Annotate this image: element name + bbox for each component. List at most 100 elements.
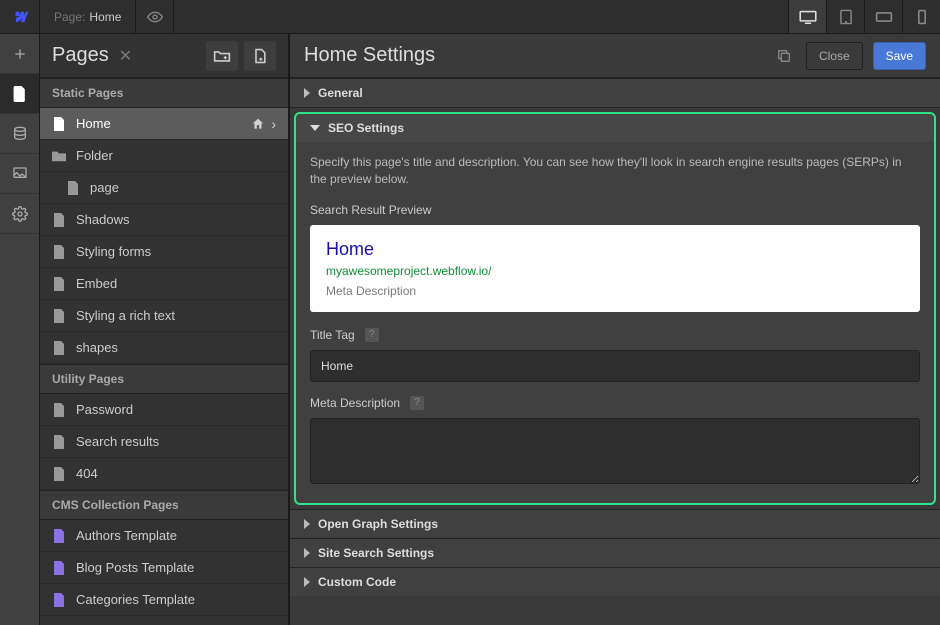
static-pages-list: Home › Folder page Shadows: [40, 108, 288, 364]
webflow-logo-icon[interactable]: [0, 0, 40, 33]
page-icon: [52, 244, 66, 260]
triangle-right-icon: [304, 548, 310, 558]
page-icon: [52, 276, 66, 292]
triangle-right-icon: [304, 519, 310, 529]
page-item-label: shapes: [76, 340, 118, 355]
device-tablet-button[interactable]: [826, 0, 864, 33]
page-item-page[interactable]: page: [40, 172, 288, 204]
search-preview-label: Search Result Preview: [310, 203, 920, 217]
page-icon: [52, 466, 66, 482]
page-item-label: Shadows: [76, 212, 129, 227]
preview-eye-button[interactable]: [136, 0, 174, 33]
help-icon[interactable]: ?: [410, 396, 424, 410]
title-tag-input[interactable]: [310, 350, 920, 382]
pages-panel-button[interactable]: [0, 74, 39, 114]
accordion-label: General: [318, 86, 363, 100]
serp-title: Home: [326, 239, 904, 260]
page-icon: [66, 180, 80, 196]
serp-url: myawesomeproject.webflow.io/: [326, 264, 904, 278]
accordion-label: Custom Code: [318, 575, 396, 589]
accordion-toggle-og[interactable]: Open Graph Settings: [290, 510, 940, 538]
seo-highlight-block: SEO Settings Specify this page's title a…: [294, 112, 936, 505]
page-item-embed[interactable]: Embed: [40, 268, 288, 300]
new-page-button[interactable]: [244, 41, 276, 71]
page-item-label: Home: [76, 116, 111, 131]
close-pages-panel-icon[interactable]: ✕: [119, 46, 132, 66]
project-settings-button[interactable]: [0, 194, 39, 234]
assets-panel-button[interactable]: [0, 154, 39, 194]
page-icon: [52, 308, 66, 324]
page-icon: [52, 402, 66, 418]
accordion-toggle-site-search[interactable]: Site Search Settings: [290, 539, 940, 567]
page-item-styling-rich-text[interactable]: Styling a rich text: [40, 300, 288, 332]
page-item-label: Search results: [76, 434, 159, 449]
page-item-home[interactable]: Home ›: [40, 108, 288, 140]
seo-body: Specify this page's title and descriptio…: [296, 142, 934, 493]
add-element-button[interactable]: [0, 34, 39, 74]
page-item-label: Authors Template: [76, 528, 177, 543]
pages-panel-title: Pages: [52, 44, 109, 67]
settings-title: Home Settings: [304, 44, 762, 67]
accordion-site-search: Site Search Settings: [290, 538, 940, 567]
serp-meta: Meta Description: [326, 284, 904, 298]
page-icon: [52, 340, 66, 356]
utility-pages-list: Password Search results 404: [40, 394, 288, 490]
page-item-label: Styling forms: [76, 244, 151, 259]
serp-preview: Home myawesomeproject.webflow.io/ Meta D…: [310, 225, 920, 312]
accordion-toggle-general[interactable]: General: [290, 79, 940, 107]
page-item-shapes[interactable]: shapes: [40, 332, 288, 364]
cms-panel-button[interactable]: [0, 114, 39, 154]
help-icon[interactable]: ?: [365, 328, 379, 342]
page-item-categories-template[interactable]: Categories Template: [40, 584, 288, 616]
pages-scroll: Static Pages Home › Folder page: [40, 78, 288, 625]
page-item-search-results[interactable]: Search results: [40, 426, 288, 458]
triangle-right-icon: [304, 88, 310, 98]
page-item-label: page: [90, 180, 119, 195]
pages-panel-header: Pages ✕: [40, 34, 288, 78]
folder-icon: [52, 148, 66, 164]
topbar-left: Page: Home: [0, 0, 174, 33]
page-item-blog-posts-template[interactable]: Blog Posts Template: [40, 552, 288, 584]
save-button[interactable]: Save: [873, 42, 926, 70]
meta-description-label: Meta Description: [310, 396, 400, 410]
settings-header: Home Settings Close Save: [290, 34, 940, 78]
duplicate-page-icon[interactable]: [772, 44, 796, 68]
settings-panel: Home Settings Close Save General SEO Set…: [289, 34, 940, 625]
page-item-label: Categories Template: [76, 592, 195, 607]
accordion-general: General: [290, 78, 940, 107]
device-phone-landscape-button[interactable]: [864, 0, 902, 33]
page-item-shadows[interactable]: Shadows: [40, 204, 288, 236]
utility-pages-heading: Utility Pages: [40, 364, 288, 394]
page-indicator[interactable]: Page: Home: [40, 0, 136, 33]
accordion-toggle-custom-code[interactable]: Custom Code: [290, 568, 940, 596]
triangle-right-icon: [304, 577, 310, 587]
cms-page-icon: [52, 560, 66, 576]
accordion-toggle-seo[interactable]: SEO Settings: [296, 114, 934, 142]
meta-description-label-row: Meta Description ?: [310, 396, 920, 410]
cms-pages-list: Authors Template Blog Posts Template Cat…: [40, 520, 288, 616]
device-phone-portrait-button[interactable]: [902, 0, 940, 33]
meta-description-input[interactable]: [310, 418, 920, 484]
home-icon: [251, 117, 265, 131]
title-tag-label-row: Title Tag ?: [310, 328, 920, 342]
page-item-password[interactable]: Password: [40, 394, 288, 426]
page-item-styling-forms[interactable]: Styling forms: [40, 236, 288, 268]
accordion-custom-code: Custom Code: [290, 567, 940, 596]
cms-page-icon: [52, 592, 66, 608]
new-folder-button[interactable]: [206, 41, 238, 71]
page-item-404[interactable]: 404: [40, 458, 288, 490]
title-tag-label: Title Tag: [310, 328, 355, 342]
page-item-label: Embed: [76, 276, 117, 291]
static-pages-heading: Static Pages: [40, 78, 288, 108]
device-desktop-button[interactable]: [788, 0, 826, 33]
triangle-down-icon: [310, 125, 320, 131]
page-label-text: Page:: [54, 10, 85, 24]
page-item-folder[interactable]: Folder: [40, 140, 288, 172]
page-icon: [52, 212, 66, 228]
accordion-label: Open Graph Settings: [318, 517, 438, 531]
top-bar: Page: Home: [0, 0, 940, 34]
page-name: Home: [89, 10, 121, 24]
page-item-authors-template[interactable]: Authors Template: [40, 520, 288, 552]
pages-sidebar: Pages ✕ Static Pages Home ›: [40, 34, 289, 625]
close-button[interactable]: Close: [806, 42, 863, 70]
